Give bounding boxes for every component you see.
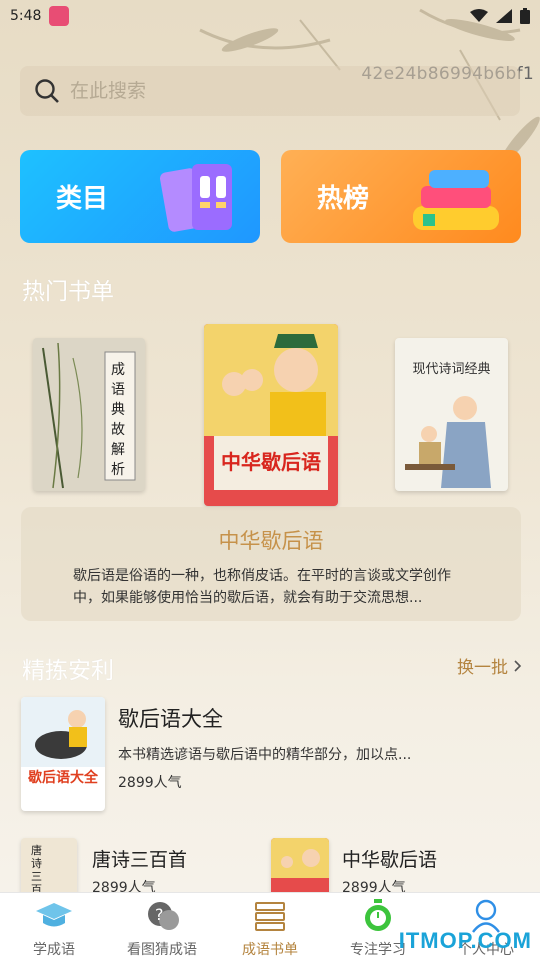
category-card-label: 类目 xyxy=(56,184,109,214)
featured-book-title: 中华歇后语 xyxy=(218,529,324,553)
signal-icon xyxy=(496,9,512,23)
carousel-book-right[interactable]: 现代诗词经典 xyxy=(395,338,508,491)
search-icon xyxy=(35,79,59,103)
recommend-main-cover-text: 歇后语大全 xyxy=(28,770,98,786)
recommend-section-title: 精拣安利 xyxy=(22,658,114,684)
wifi-icon xyxy=(470,9,488,22)
cartoon-scholar-thumb-icon xyxy=(271,838,329,878)
carousel-book-left-text: 成语典故解析 xyxy=(111,362,125,478)
status-time: 5:48 xyxy=(10,8,42,24)
carousel-book-center-text: 中华歇后语 xyxy=(221,450,321,474)
book-stack-illustration-icon xyxy=(413,170,499,230)
status-icons xyxy=(470,8,530,24)
recommend-small-cover: 唐诗三百首 xyxy=(21,838,77,898)
search-input[interactable] xyxy=(70,80,330,102)
category-card[interactable]: 类目 xyxy=(20,150,260,243)
tab-learn-idioms-label: 学成语 xyxy=(33,942,75,958)
book-stack-icon xyxy=(250,899,290,933)
recommend-main-cover: 歇后语大全 xyxy=(21,697,105,811)
featured-book-description: 歇后语是俗语的一种，也称俏皮话。在平时的言谈或文学创作中，如果能够使用恰当的歇后… xyxy=(73,568,451,606)
tab-learn-idioms[interactable]: 学成语 xyxy=(0,893,108,960)
chevron-right-icon xyxy=(514,659,522,672)
featured-book-panel[interactable]: 中华歇后语 歇后语是俗语的一种，也称俏皮话。在平时的言谈或文学创作中，如果能够使… xyxy=(21,507,521,621)
refresh-batch-label: 换一批 xyxy=(457,658,508,678)
recommend-small-cover xyxy=(271,838,329,898)
recommend-small-cover-text: 唐诗三百首 xyxy=(31,844,42,898)
carousel-book-left[interactable]: 成语典故解析 xyxy=(33,338,145,491)
recommend-main-title: 歇后语大全 xyxy=(118,707,223,731)
tab-guess-idiom[interactable]: ? 看图猜成语 xyxy=(108,893,216,960)
carousel-book-center[interactable]: 中华歇后语 xyxy=(204,324,338,506)
recommend-main-popularity: 2899人气 xyxy=(118,775,182,791)
stopwatch-icon xyxy=(358,899,398,933)
tab-focus-study-label: 专注学习 xyxy=(350,942,406,958)
recommend-small-title: 唐诗三百首 xyxy=(92,849,188,871)
hot-list-card-label: 热榜 xyxy=(317,184,370,214)
site-watermark: ITMOP.COM xyxy=(398,928,532,953)
tab-idiom-booklist-label: 成语书单 xyxy=(242,942,298,958)
search-bar[interactable] xyxy=(20,66,520,116)
graduation-cap-icon xyxy=(34,899,74,933)
status-bar: 5:48 xyxy=(0,0,540,32)
question-bubble-icon: ? xyxy=(142,899,182,933)
recommend-small-title: 中华歇后语 xyxy=(342,849,438,871)
recommend-main-description: 本书精选谚语与歇后语中的精华部分，加以点... xyxy=(118,747,412,763)
battery-icon xyxy=(520,8,530,24)
tab-guess-idiom-label: 看图猜成语 xyxy=(127,942,197,958)
cartoon-donkey-icon xyxy=(21,697,105,767)
tab-idiom-booklist[interactable]: 成语书单 xyxy=(216,893,324,960)
svg-text:?: ? xyxy=(155,905,164,924)
cartoon-scholar-illustration-icon xyxy=(204,324,338,490)
refresh-batch-link[interactable]: 换一批 xyxy=(457,653,522,678)
hot-booklist-title: 热门书单 xyxy=(22,279,114,305)
hot-list-card[interactable]: 热榜 xyxy=(281,150,521,243)
carousel-book-right-text: 现代诗词经典 xyxy=(412,362,491,377)
folder-binder-icon xyxy=(160,164,232,232)
app-notification-icon xyxy=(49,6,70,26)
